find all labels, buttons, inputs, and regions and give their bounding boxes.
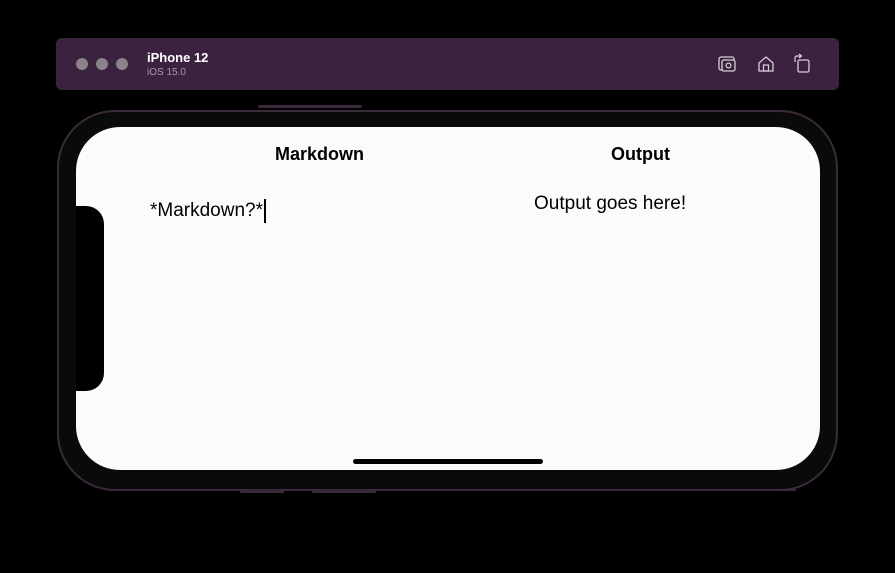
rotate-icon [794, 53, 810, 73]
screenshot-button[interactable] [716, 53, 738, 75]
output-text: Output goes here! [534, 193, 687, 214]
markdown-header: Markdown [275, 144, 365, 164]
device-notch [76, 206, 104, 391]
markdown-editor[interactable]: *Markdown?* [150, 199, 266, 223]
os-version: iOS 15.0 [147, 67, 186, 78]
device-name: iPhone 12 [147, 50, 209, 65]
device-screen: Markdown Output *Markdown?* Output goes … [76, 127, 820, 470]
markdown-editor-text: *Markdown?* [150, 200, 263, 221]
home-indicator[interactable] [353, 459, 543, 464]
output-header: Output [611, 144, 670, 164]
device-side-button [258, 105, 362, 108]
home-button[interactable] [755, 53, 777, 75]
text-cursor [264, 199, 266, 223]
simulator-window: iPhone 12 iOS 15.0 Markdown Output *Mark… [0, 0, 895, 573]
zoom-window-button[interactable] [116, 58, 128, 70]
rotate-button[interactable] [791, 53, 813, 75]
home-icon [758, 56, 774, 72]
screenshot-icon [718, 56, 736, 72]
simulator-title-bar: iPhone 12 iOS 15.0 [56, 38, 839, 90]
close-window-button[interactable] [76, 58, 88, 70]
minimize-window-button[interactable] [96, 58, 108, 70]
